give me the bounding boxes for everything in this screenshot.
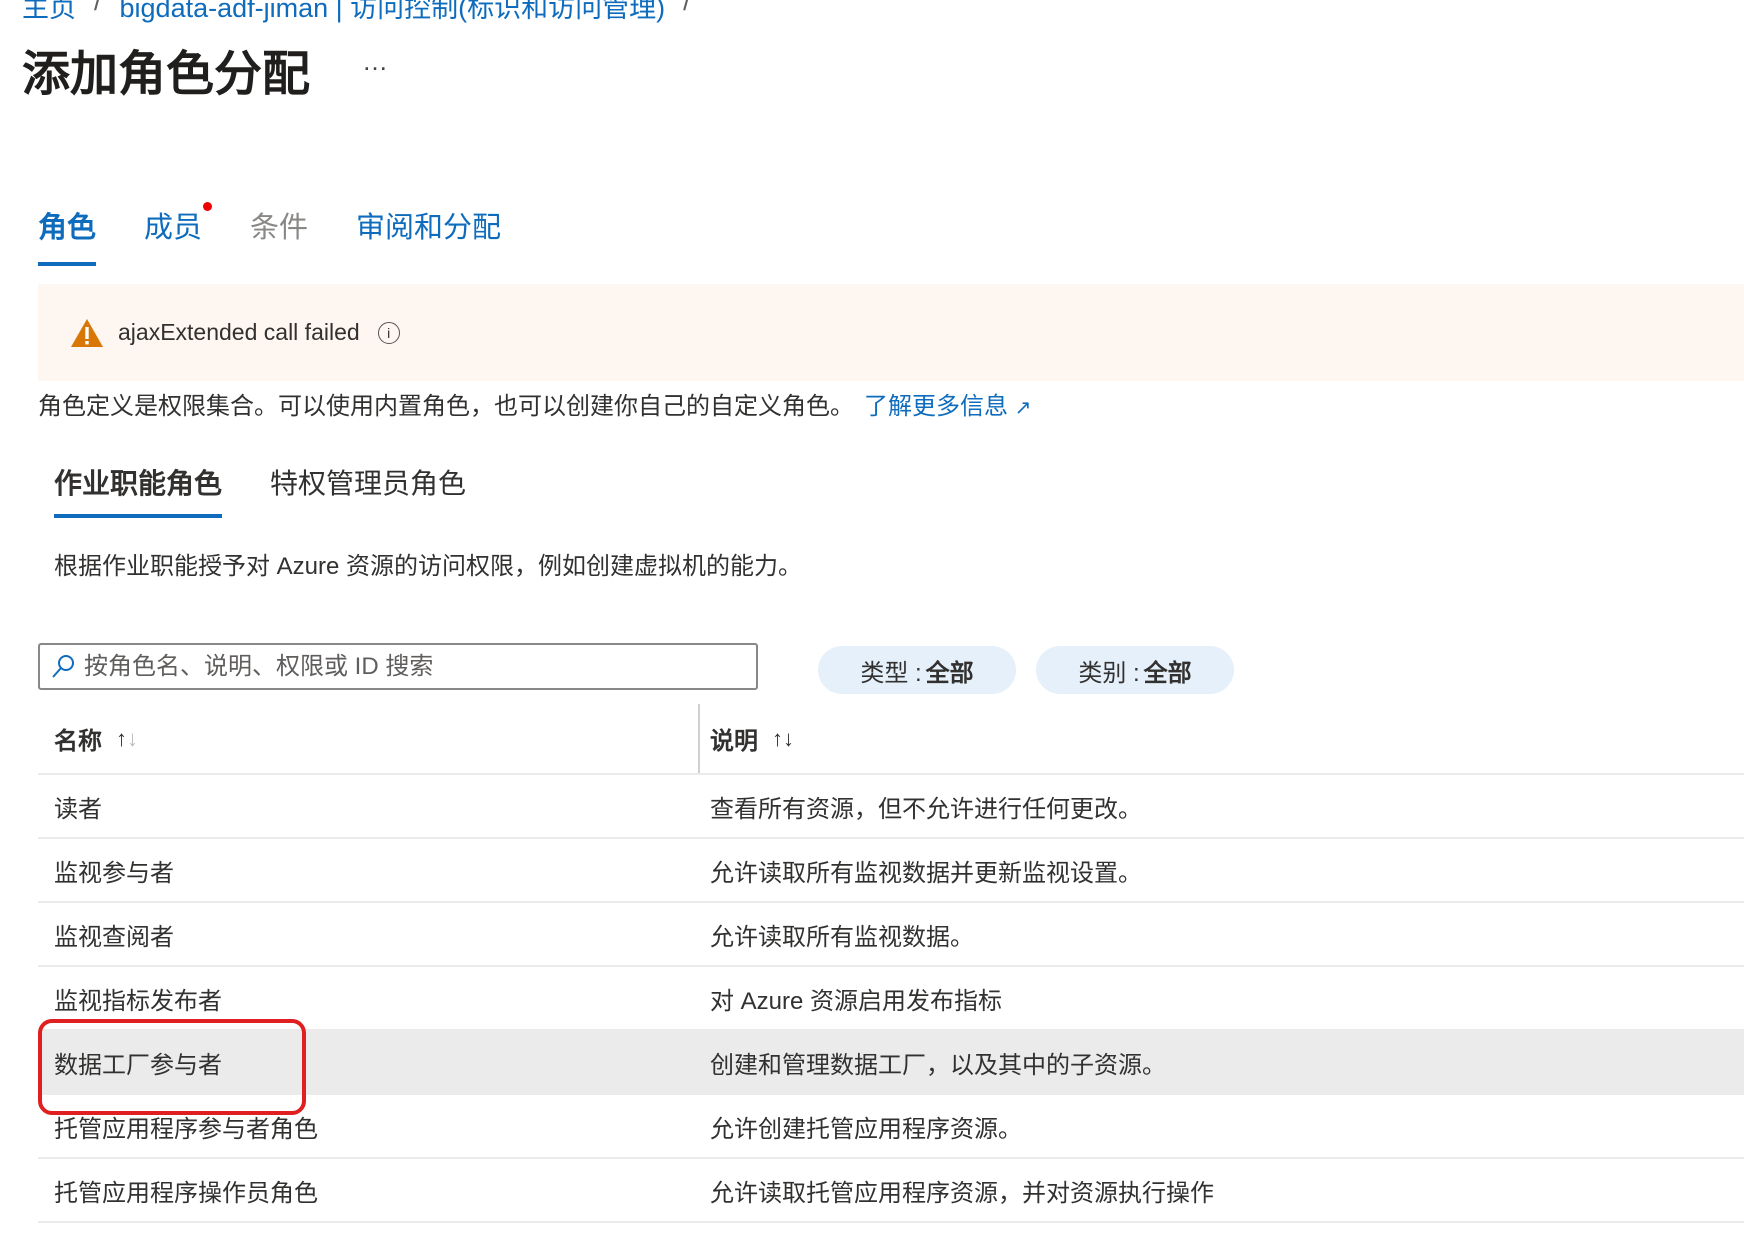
- type-filter-button[interactable]: 类型 : 全部: [818, 646, 1016, 694]
- breadcrumb-home[interactable]: 主页: [22, 0, 76, 25]
- tab-job-function-roles[interactable]: 作业职能角色: [54, 462, 223, 518]
- tab-conditions[interactable]: 条件: [250, 204, 308, 266]
- breadcrumb: 主页 / bigdata-adf-jiman | 访问控制(标识和访问管理) /: [22, 0, 691, 25]
- header-label: 名称: [54, 728, 102, 755]
- filter-key: 类别 :: [1078, 659, 1140, 687]
- subtab-info: 根据作业职能授予对 Azure 资源的访问权限，例如创建虚拟机的能力。: [54, 553, 803, 580]
- breadcrumb-resource[interactable]: bigdata-adf-jiman | 访问控制(标识和访问管理): [120, 0, 666, 25]
- description-text: 角色定义是权限集合。可以使用内置角色，也可以创建你自己的自定义角色。: [38, 393, 854, 420]
- chevron-right-icon: /: [94, 0, 102, 16]
- header-name[interactable]: 名称 ↑↓: [38, 704, 700, 773]
- sort-icon[interactable]: ↑↓: [116, 726, 138, 752]
- filter-value: 全部: [925, 659, 974, 687]
- tab-label: 成员: [144, 212, 203, 244]
- table-row[interactable]: 监视查阅者 允许读取所有监视数据。: [38, 903, 1744, 967]
- tab-privileged-admin-roles[interactable]: 特权管理员角色: [270, 462, 466, 518]
- warning-message: ajaxExtended call failed: [118, 319, 360, 345]
- filter-value: 全部: [1143, 659, 1192, 687]
- role-description: 对 Azure 资源启用发布指标: [710, 987, 1003, 1015]
- tab-members[interactable]: 成员: [144, 202, 213, 266]
- header-label: 说明: [710, 728, 758, 755]
- role-name: 托管应用程序操作员角色: [54, 1179, 318, 1207]
- roles-table: 名称 ↑↓ 说明 ↑↓ 读者 查看所有资源，但不允许进行任何更改。 监视参与者 允许读取所…: [38, 704, 1744, 1223]
- sort-icon[interactable]: ↑↓: [772, 726, 794, 752]
- search-icon: [52, 654, 74, 678]
- role-description: 允许创建托管应用程序资源。: [710, 1115, 1022, 1143]
- tab-review-assign[interactable]: 审阅和分配: [356, 204, 501, 266]
- warning-icon: [71, 318, 103, 347]
- learn-more-label: 了解更多信息: [864, 393, 1008, 420]
- role-name: 监视参与者: [54, 859, 174, 887]
- role-description: 角色定义是权限集合。可以使用内置角色，也可以创建你自己的自定义角色。 了解更多信息…: [38, 386, 1031, 421]
- required-dot-icon: [203, 202, 213, 211]
- external-link-icon: ↗: [1014, 397, 1032, 419]
- role-description: 允许读取所有监视数据。: [710, 923, 974, 951]
- filter-key: 类型 :: [860, 659, 922, 687]
- highlight-annotation: [38, 1019, 306, 1115]
- header-description[interactable]: 说明 ↑↓: [700, 704, 1744, 773]
- tab-role[interactable]: 角色: [38, 204, 97, 266]
- search-box: [38, 643, 758, 690]
- wizard-tabs: 角色 成员 条件 审阅和分配: [38, 202, 501, 266]
- warning-banner: ajaxExtended call failed i: [38, 284, 1744, 381]
- role-description: 查看所有资源，但不允许进行任何更改。: [710, 795, 1142, 823]
- category-filter-button[interactable]: 类别 : 全部: [1036, 646, 1234, 694]
- role-name: 读者: [54, 795, 102, 823]
- table-header: 名称 ↑↓ 说明 ↑↓: [38, 704, 1744, 775]
- role-description: 创建和管理数据工厂，以及其中的子资源。: [710, 1051, 1166, 1079]
- role-type-tabs: 作业职能角色 特权管理员角色: [54, 462, 466, 518]
- chevron-right-icon: /: [683, 0, 691, 16]
- role-name: 监视查阅者: [54, 923, 174, 951]
- search-input[interactable]: [84, 652, 756, 681]
- page-title: 添加角色分配: [22, 48, 311, 101]
- role-description: 允许读取所有监视数据并更新监视设置。: [710, 859, 1142, 887]
- info-icon[interactable]: i: [377, 321, 400, 344]
- table-row[interactable]: 读者 查看所有资源，但不允许进行任何更改。: [38, 775, 1744, 839]
- role-description: 允许读取托管应用程序资源，并对资源执行操作: [710, 1179, 1214, 1207]
- table-row[interactable]: 托管应用程序操作员角色 允许读取托管应用程序资源，并对资源执行操作: [38, 1159, 1744, 1223]
- more-options-button[interactable]: …: [362, 46, 388, 77]
- table-row[interactable]: 监视参与者 允许读取所有监视数据并更新监视设置。: [38, 839, 1744, 903]
- learn-more-link[interactable]: 了解更多信息 ↗: [864, 393, 1031, 420]
